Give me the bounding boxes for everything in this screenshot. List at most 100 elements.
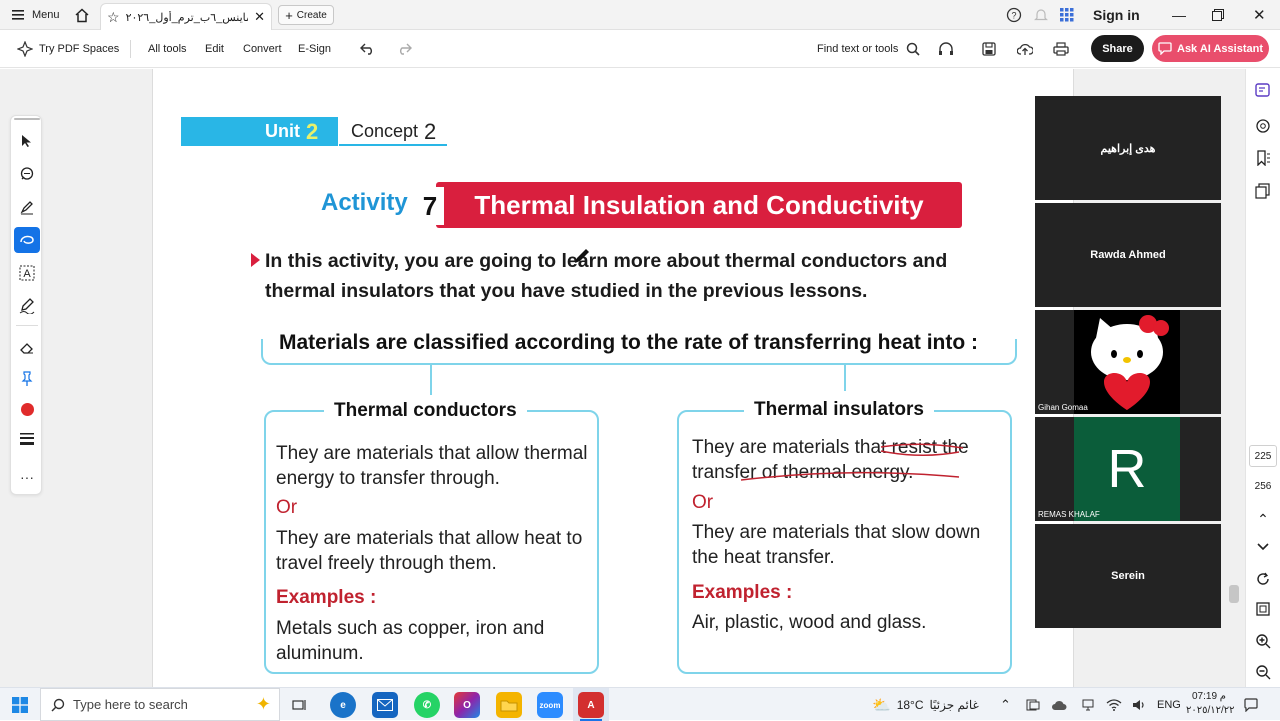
whatsapp-icon[interactable]: ✆ [414, 692, 440, 718]
menu-button[interactable]: Menu [12, 0, 60, 30]
search-placeholder: Type here to search [73, 697, 188, 712]
tray-app-icon[interactable] [1026, 688, 1040, 721]
add-text-icon[interactable]: A [14, 260, 40, 286]
all-tools-menu[interactable]: All tools [148, 30, 187, 68]
upload-cloud-icon[interactable] [1017, 30, 1033, 68]
file-explorer-icon[interactable] [496, 692, 522, 718]
current-page-input[interactable]: 225 [1249, 445, 1277, 467]
insulators-examples: Air, plastic, wood and glass. [692, 612, 927, 633]
pdf-spaces-label: Try PDF Spaces [39, 43, 120, 55]
clock-date: ٢٠٢٥/١٢/٢٢ [1186, 705, 1235, 716]
concept-word: Concept [351, 121, 419, 141]
search-icon [907, 42, 920, 56]
clock-time: 07:19 م [1191, 691, 1226, 702]
close-window-icon[interactable]: ✕ [1253, 0, 1266, 30]
redo-icon[interactable] [396, 30, 412, 68]
concept-underline [339, 144, 447, 146]
conductors-definition-2: They are materials that allow heat to tr… [276, 528, 583, 574]
ai-assistant-button[interactable]: Ask AI Assistant [1152, 35, 1269, 62]
undo-icon[interactable] [360, 30, 376, 68]
windows-start-icon[interactable] [12, 688, 28, 721]
read-aloud-headphones-icon[interactable] [938, 30, 954, 68]
help-icon[interactable]: ? [1006, 0, 1022, 30]
color-picker-red[interactable] [14, 396, 40, 422]
eraser-icon[interactable] [14, 335, 40, 361]
comment-icon[interactable] [14, 161, 40, 187]
taskbar-search[interactable]: Type here to search ✦ [40, 688, 280, 721]
participant-tile[interactable]: Serein [1035, 524, 1221, 628]
volume-icon[interactable] [1132, 688, 1146, 721]
star-icon[interactable]: ☆ [107, 9, 120, 26]
vertical-scrollbar-thumb[interactable] [1229, 585, 1239, 603]
document-tab[interactable]: ☆ ساينس_٦ب_ترم_أول_٢٠٢٦ ... ✕ [100, 3, 272, 30]
convert-menu[interactable]: Convert [243, 30, 282, 68]
save-icon[interactable] [982, 30, 996, 68]
refresh-rotate-icon[interactable] [1251, 567, 1275, 591]
unit-word: Unit [265, 121, 300, 141]
acrobat-app-icon[interactable]: A [578, 692, 604, 718]
task-view-icon[interactable] [292, 688, 308, 721]
notification-bell-icon[interactable] [1034, 0, 1048, 30]
minimize-icon[interactable]: — [1172, 0, 1186, 30]
acrobat-toolbar: Try PDF Spaces All tools Edit Convert E-… [0, 30, 1280, 68]
svg-text:?: ? [1011, 11, 1016, 21]
insulators-title: Thermal insulators [744, 399, 934, 421]
create-label: Create [296, 9, 327, 21]
more-options-icon[interactable]: ··· [14, 464, 40, 490]
ai-assistant-label: Ask AI Assistant [1177, 42, 1263, 55]
close-tab-icon[interactable]: ✕ [254, 9, 265, 25]
wifi-icon[interactable] [1106, 688, 1122, 721]
participant-name: Gihan Gomaa [1038, 403, 1088, 412]
home-icon[interactable] [74, 0, 90, 30]
share-button[interactable]: Share [1091, 35, 1144, 62]
print-icon[interactable] [1053, 30, 1069, 68]
system-clock[interactable]: 07:19 م ٢٠٢٥/١٢/٢٢ [1186, 690, 1235, 718]
create-button[interactable]: + Create [278, 5, 334, 25]
find-tools-search[interactable]: Find text or tools [817, 30, 920, 68]
bookmarks-icon[interactable] [1251, 146, 1275, 170]
page-fit-icon[interactable] [1251, 597, 1275, 621]
pages-thumbnails-icon[interactable] [1251, 179, 1275, 203]
sign-in-link[interactable]: Sign in [1093, 0, 1140, 30]
fill-sign-icon[interactable] [14, 293, 40, 319]
line-weight-icon[interactable] [14, 426, 40, 452]
edge-browser-icon[interactable]: e [330, 692, 356, 718]
participant-tile[interactable]: Gihan Gomaa [1035, 310, 1221, 414]
highlight-pen-icon[interactable] [14, 194, 40, 220]
unit-number: 2 [306, 118, 319, 144]
input-language[interactable]: ENG [1157, 688, 1181, 721]
show-hidden-icons-chevron-icon[interactable]: ⌃ [1000, 688, 1011, 721]
participant-tile[interactable]: R REMAS KHALAF [1035, 417, 1221, 521]
participant-tile[interactable]: Rawda Ahmed [1035, 203, 1221, 307]
rail-grip[interactable] [14, 118, 40, 120]
network-icon[interactable] [1082, 688, 1098, 721]
participant-name: REMAS KHALAF [1038, 510, 1100, 519]
edit-menu[interactable]: Edit [205, 30, 224, 68]
comments-panel-icon[interactable] [1251, 114, 1275, 138]
draw-freehand-icon[interactable] [14, 227, 40, 253]
pen-annotation-scribble [741, 443, 964, 481]
previous-page-icon[interactable]: ⌃ [1251, 507, 1275, 531]
onedrive-cloud-icon[interactable] [1051, 688, 1067, 721]
weather-widget[interactable]: ⛅ 18°C غائم جزئيًا [872, 688, 979, 721]
ai-panel-icon[interactable] [1251, 78, 1275, 102]
zoom-out-icon[interactable] [1251, 660, 1275, 684]
participant-tile[interactable]: هدى إبراهيم [1035, 96, 1221, 200]
pen-cursor-icon [575, 249, 589, 263]
apps-grid-icon[interactable] [1060, 0, 1074, 30]
maximize-icon[interactable] [1212, 0, 1224, 30]
insulators-definition-2: They are materials that slow down the he… [692, 522, 981, 568]
mail-icon[interactable] [372, 692, 398, 718]
conductors-title: Thermal conductors [324, 400, 527, 422]
pin-icon[interactable] [14, 366, 40, 392]
office-app-icon[interactable]: O [454, 692, 480, 718]
esign-menu[interactable]: E-Sign [298, 30, 331, 68]
activity-number: 7 [416, 187, 444, 225]
zoom-app-icon[interactable]: zoom [537, 692, 563, 718]
next-page-icon[interactable] [1251, 535, 1275, 559]
zoom-in-icon[interactable] [1251, 629, 1275, 653]
select-cursor-icon[interactable] [14, 128, 40, 154]
conductors-examples: Metals such as copper, iron and aluminum… [276, 618, 545, 664]
pdf-spaces-button[interactable]: Try PDF Spaces [17, 30, 119, 68]
notifications-icon[interactable] [1244, 688, 1258, 721]
